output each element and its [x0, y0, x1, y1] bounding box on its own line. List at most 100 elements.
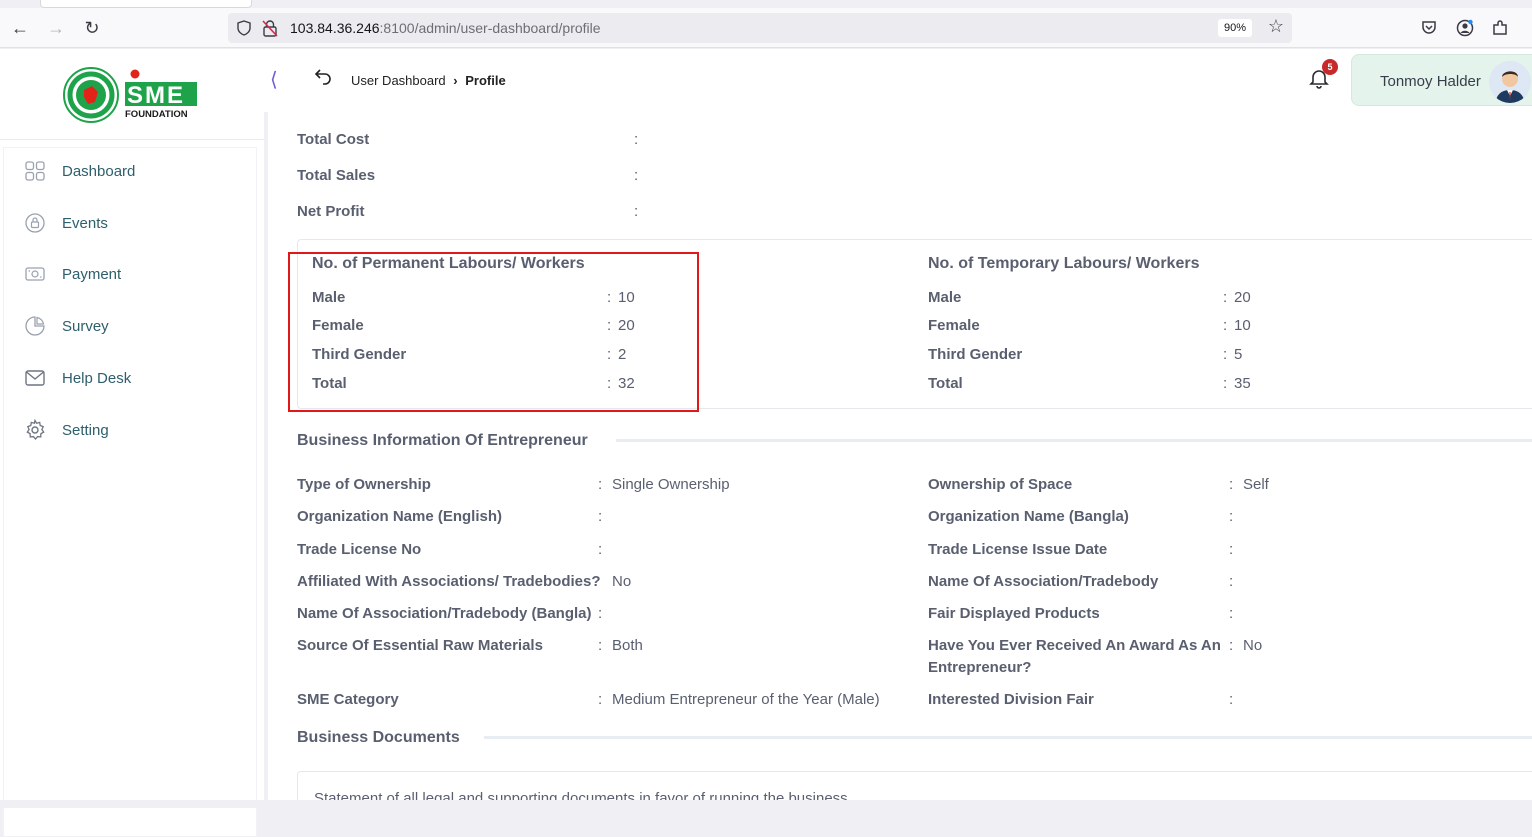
bookmark-star-icon[interactable]: ☆ — [1268, 16, 1284, 37]
colon: : — [1223, 346, 1228, 363]
temporary-male-label: Male — [928, 289, 962, 306]
documents-box: Statement of all legal and supporting do… — [297, 771, 1532, 800]
business-right-label: Fair Displayed Products — [928, 605, 1100, 622]
highlight-box — [288, 252, 699, 412]
sidebar-item-setting[interactable]: Setting — [24, 416, 109, 444]
grid-icon — [25, 161, 45, 181]
section-divider — [616, 439, 1532, 442]
user-menu[interactable]: Tonmoy Halder — [1351, 54, 1532, 106]
url-text[interactable]: 103.84.36.246:8100/admin/user-dashboard/… — [290, 20, 601, 36]
sidebar-item-dashboard[interactable]: Dashboard — [24, 157, 135, 185]
government-seal-logo[interactable] — [62, 66, 120, 124]
zoom-level-badge[interactable]: 90% — [1217, 19, 1252, 37]
colon: : — [1229, 691, 1234, 708]
business-right-label: Name Of Association/Tradebody — [928, 573, 1159, 590]
sidebar: SME FOUNDATION Dashboard Events Payment … — [0, 49, 264, 837]
colon: : — [598, 508, 603, 525]
colon: : — [1229, 508, 1234, 525]
breadcrumb-current: Profile — [465, 73, 506, 88]
profile-content: Total Cost : Total Sales : Net Profit : … — [267, 112, 1532, 800]
colon: : — [1223, 289, 1228, 306]
url-host: 103.84.36.246 — [290, 20, 380, 36]
colon: : — [598, 637, 603, 654]
mail-icon — [25, 370, 45, 386]
sidebar-item-label: Dashboard — [62, 162, 136, 180]
temporary-third-gender-label: Third Gender — [928, 346, 1023, 363]
business-left-label: Trade License No — [297, 541, 422, 558]
url-bar[interactable]: 103.84.36.246:8100/admin/user-dashboard/… — [228, 13, 1292, 43]
business-left-label: SME Category — [297, 691, 399, 708]
sidebar-item-label: Events — [62, 214, 108, 232]
business-left-label: Name Of Association/Tradebody (Bangla) — [297, 605, 592, 622]
gear-icon — [26, 419, 45, 440]
colon: : — [1223, 317, 1228, 334]
colon: : — [1229, 637, 1234, 654]
pocket-icon[interactable] — [1420, 19, 1438, 37]
url-path: :8100/admin/user-dashboard/profile — [379, 20, 601, 36]
temporary-female-value: 10 — [1234, 317, 1251, 334]
temporary-female-label: Female — [928, 317, 980, 334]
account-icon[interactable] — [1456, 19, 1474, 37]
reload-icon[interactable]: ↻ — [80, 16, 104, 40]
sidebar-item-help-desk[interactable]: Help Desk — [24, 364, 131, 392]
top-header: ⟨ User Dashboard › Profile 5 Tonmoy Hald… — [264, 49, 1532, 112]
business-right-value: No — [1243, 637, 1263, 654]
temporary-total-label: Total — [928, 375, 963, 392]
business-right-value: Self — [1243, 476, 1269, 493]
business-left-label: Source Of Essential Raw Materials — [297, 637, 543, 654]
collapse-sidebar-icon[interactable]: ⟨ — [270, 67, 278, 92]
money-icon — [25, 267, 45, 281]
total-sales-label: Total Sales — [297, 167, 376, 184]
business-left-label: Organization Name (English) — [297, 508, 503, 525]
browser-tab-strip — [0, 0, 1532, 8]
colon: : — [1229, 541, 1234, 558]
forward-arrow-icon[interactable]: → — [44, 16, 68, 40]
breadcrumb: User Dashboard › Profile — [351, 73, 506, 88]
insecure-lock-icon[interactable] — [262, 19, 278, 37]
sidebar-item-payment[interactable]: Payment — [24, 260, 121, 288]
sidebar-item-label: Setting — [62, 421, 109, 439]
svg-text:FOUNDATION: FOUNDATION — [125, 109, 188, 120]
colon: : — [634, 167, 639, 184]
avatar[interactable] — [1489, 61, 1531, 103]
colon: : — [1223, 375, 1228, 392]
breadcrumb-parent[interactable]: User Dashboard — [351, 73, 446, 88]
pie-chart-icon — [25, 316, 45, 336]
colon: : — [1229, 605, 1234, 622]
svg-text:SME: SME — [127, 82, 185, 109]
colon: : — [1229, 573, 1234, 590]
extensions-icon[interactable] — [1491, 19, 1509, 37]
temporary-total-value: 35 — [1234, 375, 1251, 392]
temporary-third-gender-value: 5 — [1234, 346, 1243, 363]
sidebar-item-label: Survey — [62, 317, 109, 335]
colon: : — [634, 203, 639, 220]
business-left-value: No — [612, 573, 632, 590]
business-right-label: Entrepreneur? — [928, 659, 1032, 676]
sidebar-item-events[interactable]: Events — [24, 209, 108, 237]
logo-area: SME FOUNDATION — [0, 49, 264, 140]
back-icon[interactable] — [314, 67, 332, 85]
sme-foundation-logo: SME FOUNDATION — [125, 69, 197, 120]
business-left-value: Medium Entrepreneur of the Year (Male) — [612, 691, 880, 708]
shield-icon[interactable] — [236, 20, 252, 36]
business-right-label: Ownership of Space — [928, 476, 1073, 493]
bottom-strip — [0, 800, 1532, 808]
temporary-labour-title: No. of Temporary Labours/ Workers — [928, 255, 1200, 272]
business-left-label: Affiliated With Associations/ Tradebodie… — [297, 573, 601, 590]
colon: : — [598, 541, 603, 558]
colon: : — [634, 131, 639, 148]
sidebar-item-survey[interactable]: Survey — [24, 312, 109, 340]
business-left-value: Single Ownership — [612, 476, 730, 493]
colon: : — [598, 691, 603, 708]
browser-navbar: ← → ↻ 103.84.36.246:8100/admin/user-dash… — [0, 8, 1532, 48]
browser-tab[interactable] — [40, 0, 252, 8]
temporary-male-value: 20 — [1234, 289, 1251, 306]
colon: : — [598, 605, 603, 622]
notification-count-badge: 5 — [1322, 59, 1338, 75]
business-right-label: Organization Name (Bangla) — [928, 508, 1129, 525]
back-arrow-icon[interactable]: ← — [8, 16, 32, 40]
documents-statement: Statement of all legal and supporting do… — [314, 790, 848, 800]
net-profit-label: Net Profit — [297, 203, 365, 220]
business-right-label: Trade License Issue Date — [928, 541, 1108, 558]
chevron-right-icon: › — [453, 73, 458, 88]
